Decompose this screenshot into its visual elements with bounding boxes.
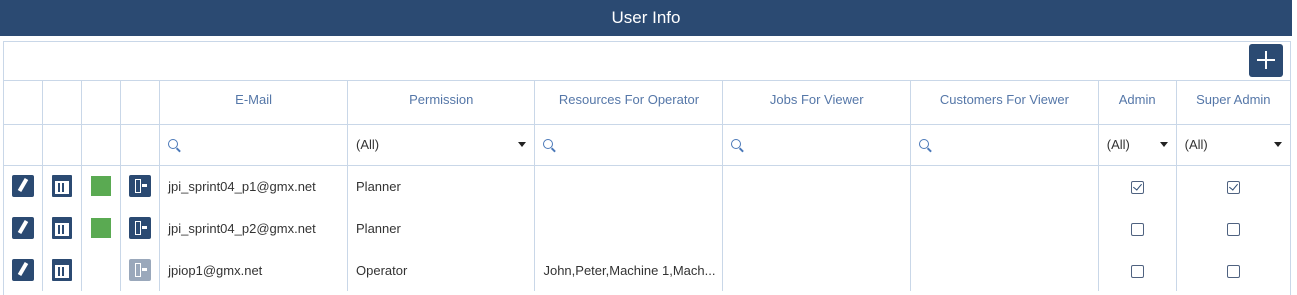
caret-down-icon: [1274, 142, 1282, 147]
edit-icon[interactable]: [12, 217, 35, 239]
jobs-cell: [722, 165, 912, 207]
logout-icon[interactable]: [129, 217, 152, 239]
resources-filter[interactable]: [534, 124, 724, 166]
search-icon: [919, 139, 930, 149]
col-jobs-header[interactable]: Jobs For Viewer: [722, 81, 912, 125]
caret-down-icon: [1159, 142, 1168, 147]
admin-checkbox[interactable]: [1130, 264, 1144, 278]
resources-cell: John,Peter,Machine 1,Mach...: [534, 249, 724, 291]
col-permission-header[interactable]: Permission: [347, 81, 536, 125]
admin-checkbox[interactable]: [1130, 180, 1144, 194]
col-resources-header[interactable]: Resources For Operator: [534, 81, 724, 125]
user-table: E-Mail Permission Resources For Operator…: [4, 81, 1290, 291]
delete-icon[interactable]: [52, 175, 73, 198]
col-logout: [120, 81, 161, 125]
admin-checkbox[interactable]: [1130, 222, 1144, 236]
table-row: jpiop1@gmx.net Operator John,Peter,Machi…: [4, 249, 1290, 291]
email-cell: jpiop1@gmx.net: [159, 249, 349, 291]
super-admin-checkbox[interactable]: [1226, 264, 1240, 278]
permission-filter[interactable]: (All): [347, 124, 536, 166]
permission-cell: Planner: [347, 207, 536, 249]
page-title: User Info: [611, 8, 681, 27]
add-user-button[interactable]: [1249, 44, 1283, 77]
col-email-header[interactable]: E-Mail: [159, 81, 349, 125]
delete-icon[interactable]: [52, 217, 73, 239]
delete-icon[interactable]: [52, 259, 73, 281]
col-delete: [42, 81, 83, 125]
title-bar: User Info: [0, 0, 1292, 36]
super-admin-checkbox[interactable]: [1226, 180, 1240, 194]
admin-filter[interactable]: (All): [1098, 124, 1177, 166]
grid-toolbar: [4, 42, 1290, 81]
search-icon: [543, 139, 554, 149]
search-icon: [168, 139, 179, 149]
edit-icon[interactable]: [12, 175, 35, 198]
filter-row: (All) (All) (All): [4, 124, 1290, 166]
customers-cell: [910, 165, 1099, 207]
customers-cell: [910, 207, 1099, 249]
resources-cell: [534, 165, 724, 207]
col-super-admin-header[interactable]: Super Admin: [1176, 81, 1290, 125]
table-row: jpi_sprint04_p1@gmx.net Planner: [4, 165, 1290, 207]
email-cell: jpi_sprint04_p1@gmx.net: [159, 165, 349, 207]
col-customers-header[interactable]: Customers For Viewer: [910, 81, 1099, 125]
table-row: jpi_sprint04_p2@gmx.net Planner: [4, 207, 1290, 249]
customers-filter[interactable]: [910, 124, 1099, 166]
col-admin-header[interactable]: Admin: [1098, 81, 1177, 125]
caret-down-icon: [518, 142, 527, 147]
logout-icon[interactable]: [129, 259, 152, 281]
jobs-cell: [722, 207, 912, 249]
customers-cell: [910, 249, 1099, 291]
header-row: E-Mail Permission Resources For Operator…: [4, 81, 1290, 125]
logout-icon[interactable]: [129, 175, 152, 198]
email-filter[interactable]: [159, 124, 349, 166]
edit-icon[interactable]: [12, 259, 35, 281]
super-admin-checkbox[interactable]: [1226, 222, 1240, 236]
resources-cell: [534, 207, 724, 249]
status-indicator: [91, 176, 112, 197]
col-status: [81, 81, 122, 125]
search-icon: [731, 139, 742, 149]
permission-cell: Operator: [347, 249, 536, 291]
jobs-cell: [722, 249, 912, 291]
status-indicator: [91, 218, 112, 238]
permission-cell: Planner: [347, 165, 536, 207]
jobs-filter[interactable]: [722, 124, 912, 166]
user-grid: E-Mail Permission Resources For Operator…: [3, 41, 1291, 295]
super-admin-filter[interactable]: (All): [1176, 124, 1290, 166]
email-cell: jpi_sprint04_p2@gmx.net: [159, 207, 349, 249]
col-edit: [4, 81, 44, 125]
